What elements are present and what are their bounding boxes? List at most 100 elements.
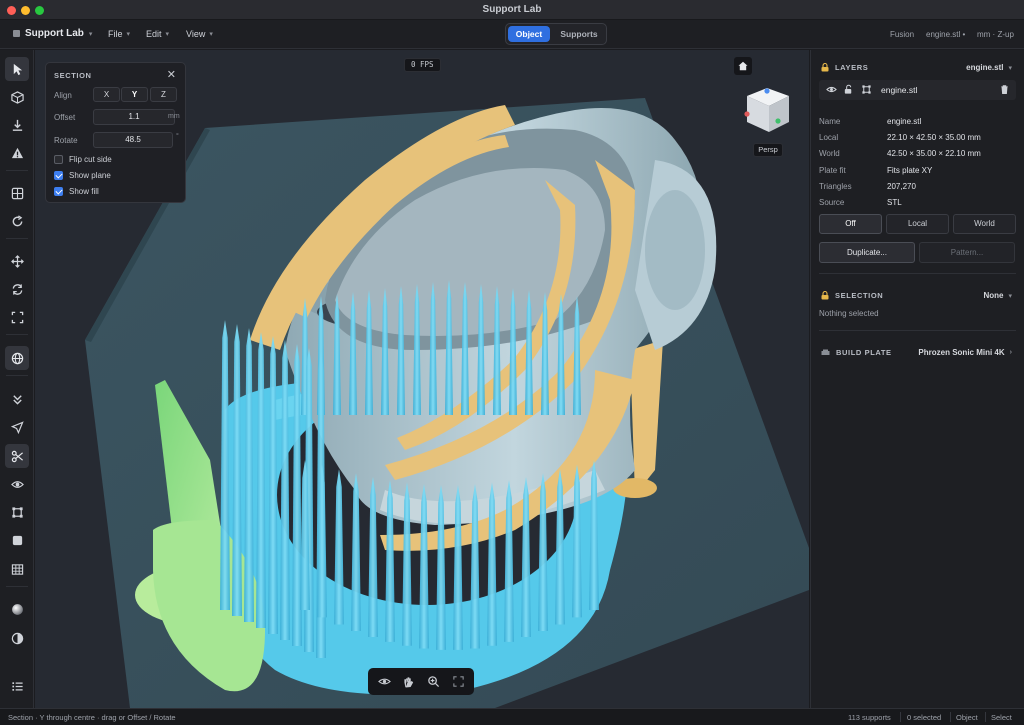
align-y-button[interactable]: Y [121,87,148,102]
layers-header[interactable]: LAYERS [821,63,868,72]
status-supports-count: 113 supports [848,713,891,722]
globe-icon [11,352,23,364]
fullscreen-icon[interactable] [452,675,465,688]
flip-cut-side-checkbox[interactable] [54,155,63,164]
chevron-down-icon: ▾ [165,31,170,38]
show-fill-row[interactable]: Show fill [54,187,99,196]
issues-tool[interactable] [5,141,29,165]
table-view-tool[interactable] [5,557,29,581]
viewport-nav-bar [368,668,474,695]
visibility-tool[interactable] [5,472,29,496]
flip-cut-side-row[interactable]: Flip cut side [54,155,112,164]
prop-local-value: 22.10 × 42.50 × 35.00 mm [887,133,981,142]
unlock-icon[interactable] [843,84,854,95]
prop-world-key: World [819,149,840,158]
build-plate-value: Phrozen Sonic Mini 4K [918,348,1005,357]
left-toolbar [0,50,34,708]
orbit-tool[interactable] [5,209,29,233]
frame-icon[interactable] [861,84,872,95]
show-plane-label: Show plane [69,171,111,180]
cube-icon [10,90,24,104]
move-tool[interactable] [5,249,29,273]
offset-label: Offset [54,113,76,122]
select-icon [13,63,22,75]
solid-view-tool[interactable] [5,528,29,552]
section-panel: SECTION ✕ Align X Y Z Offset 1.1 mm Rota… [45,62,186,203]
section-title: SECTION [54,71,92,80]
gizmo-world-button[interactable]: World [953,214,1016,234]
rotate-circle-icon [12,214,22,226]
hand-pan-icon[interactable] [402,675,415,688]
duplicate-button[interactable]: Duplicate... [819,242,915,263]
gizmo-off-button[interactable]: Off [819,214,882,234]
bounds-tool[interactable] [5,500,29,524]
fps-counter: 0 FPS [404,58,441,72]
world-space-tool[interactable] [5,346,29,370]
scale-tool[interactable] [5,305,29,329]
outline-tool[interactable] [5,674,29,698]
close-icon[interactable]: ✕ [167,68,176,81]
selection-empty-text: Nothing selected [819,309,879,318]
layer-row[interactable]: engine.stl [819,80,1016,100]
selection-header[interactable]: SELECTION [821,291,883,300]
rotate-input[interactable]: 48.5 [93,132,173,148]
select-tool[interactable] [5,57,29,81]
home-view-button[interactable] [734,57,752,75]
trash-icon[interactable] [999,84,1010,95]
eye-icon[interactable] [826,84,837,95]
show-plane-row[interactable]: Show plane [54,171,111,180]
build-plate-header[interactable]: BUILD PLATE [821,348,892,357]
theme-tool[interactable] [5,626,29,650]
show-plane-checkbox[interactable] [54,171,63,180]
orientation-cube[interactable] [744,88,789,132]
gizmo-local-button[interactable]: Local [886,214,949,234]
chevron-down-icon: ▾ [126,31,131,38]
app-name: Support Lab [25,28,84,39]
section-tool[interactable] [5,444,29,468]
material-tool[interactable] [5,597,29,621]
grid-icon [11,187,23,199]
align-x-button[interactable]: X [93,87,120,102]
prop-source-value: STL [887,198,902,207]
refresh-icon [12,283,22,295]
prop-name-value: engine.stl [887,117,922,126]
offset-unit: mm [168,113,180,120]
warning-icon [11,147,23,158]
scissors-icon [11,450,23,462]
layers-file-select[interactable]: engine.stl ▾ [966,63,1012,72]
rotate-tool[interactable] [5,277,29,301]
mode-supports-button[interactable]: Supports [554,26,604,42]
eye-icon[interactable] [378,675,391,688]
chevron-down-icon: ▾ [209,31,213,38]
menu-view[interactable]: View ▾ [186,29,213,39]
show-fill-checkbox[interactable] [54,187,63,196]
align-z-button[interactable]: Z [150,87,177,102]
offset-input[interactable]: 1.1 [93,109,175,125]
prop-triangles-key: Triangles [819,182,852,191]
zoom-icon[interactable] [427,675,440,688]
show-fill-label: Show fill [69,187,99,196]
square-icon [12,535,22,545]
status-tool: Select [991,713,1012,722]
selection-filter-select[interactable]: None ▾ [983,291,1012,300]
prop-source-key: Source [819,198,845,207]
pattern-button[interactable]: Pattern... [919,242,1015,263]
drop-to-plate-tool[interactable] [5,387,29,411]
rotate-label: Rotate [54,136,78,145]
arrange-tool[interactable] [5,181,29,205]
menu-edit[interactable]: Edit ▾ [146,29,169,39]
camera-mode-button[interactable]: Persp [753,143,783,157]
workspace-label: Fusion [890,30,915,39]
send-tool[interactable] [5,415,29,439]
layers-title: LAYERS [835,63,869,72]
mode-object-button[interactable]: Object [508,26,550,42]
menu-file-label: File [108,29,123,39]
add-primitive-tool[interactable] [5,85,29,109]
build-plate-select[interactable]: Phrozen Sonic Mini 4K › [918,348,1012,357]
app-brand-menu[interactable]: Support Lab ▾ [13,28,92,39]
frame-icon [11,506,23,518]
import-tool[interactable] [5,113,29,137]
selection-title: SELECTION [835,291,884,300]
rotate-unit: ° [176,133,179,140]
menu-file[interactable]: File ▾ [108,29,130,39]
